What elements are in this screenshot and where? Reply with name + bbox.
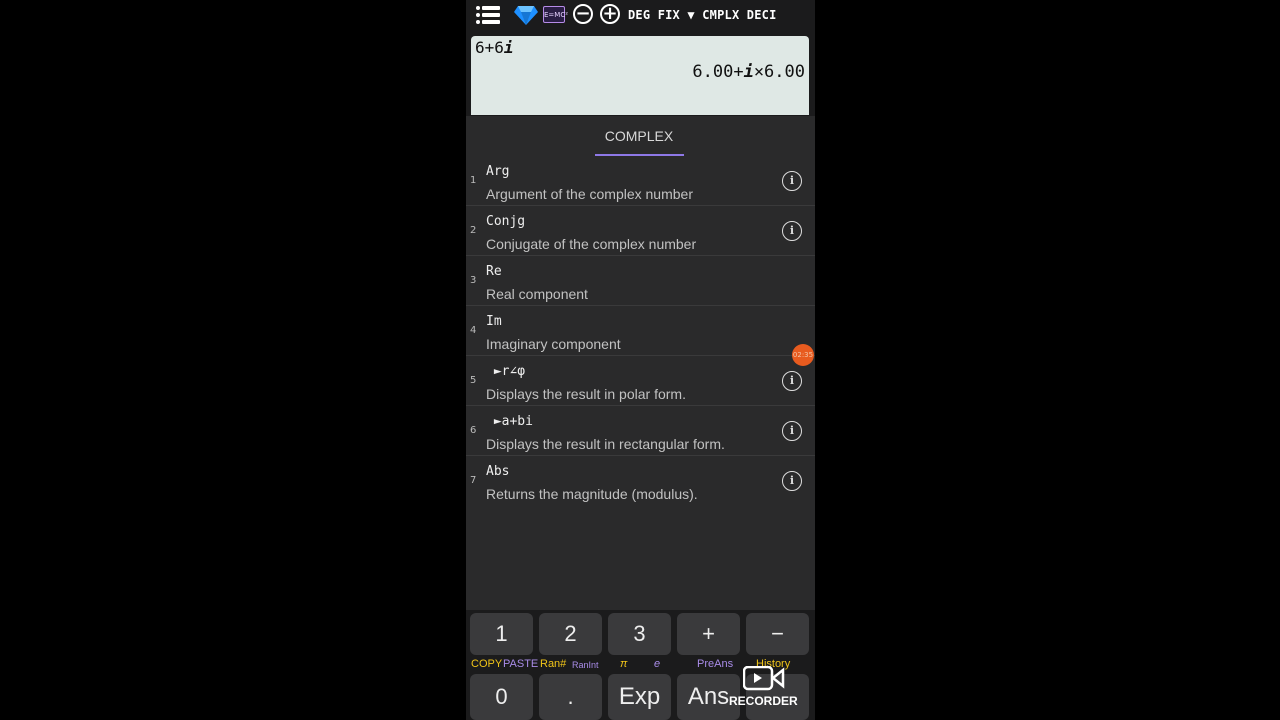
paste-label: PASTE (503, 658, 539, 670)
ranint-label: RanInt (572, 660, 599, 670)
status-toolbar: E=MC² − + DEG FIX ▼ CMPLX DECI (466, 0, 815, 32)
info-icon[interactable]: i (782, 471, 802, 491)
item-description: Returns the magnitude (modulus). (486, 486, 698, 502)
key-2[interactable]: 2 (539, 613, 602, 655)
item-name: ►r∠φ (486, 364, 526, 379)
key-0[interactable]: 0 (470, 674, 533, 720)
list-item[interactable]: 7 Abs Returns the magnitude (modulus). i (466, 456, 815, 506)
calculator-display[interactable]: 6+6i 6.00+i×6.00 (471, 36, 809, 115)
key-plus[interactable]: + (677, 613, 740, 655)
mode-status[interactable]: DEG FIX ▼ CMPLX DECI (628, 8, 777, 22)
item-description: Displays the result in rectangular form. (486, 436, 725, 452)
item-name: Re (486, 264, 502, 279)
pi-label: π (620, 658, 628, 670)
info-icon[interactable]: i (782, 171, 802, 191)
item-description: Imaginary component (486, 336, 621, 352)
ran-label: Ran# (540, 658, 567, 670)
item-name: Abs (486, 464, 510, 479)
function-panel: COMPLEX 1 Arg Argument of the complex nu… (466, 116, 815, 610)
e-label: e (654, 658, 661, 670)
list-item[interactable]: 1 Arg Argument of the complex number i (466, 156, 815, 206)
item-name: ►a+bi (486, 414, 533, 429)
zoom-out-icon[interactable]: − (573, 4, 593, 24)
result: 6.00+i×6.00 (692, 62, 805, 82)
info-icon[interactable]: i (782, 421, 802, 441)
tab-complex[interactable]: COMPLEX (594, 128, 684, 144)
item-description: Argument of the complex number (486, 186, 693, 202)
keypad: 1 2 3 + − COPY PASTE Ran# RanInt π e Pre… (466, 610, 815, 720)
item-number: 7 (470, 475, 477, 486)
info-icon[interactable]: i (782, 371, 802, 391)
key-1[interactable]: 1 (470, 613, 533, 655)
recorder-icon (743, 666, 785, 691)
list-item[interactable]: 2 Conjg Conjugate of the complex number … (466, 206, 815, 256)
list-item[interactable]: 5 ►r∠φ Displays the result in polar form… (466, 356, 815, 406)
item-number: 6 (470, 425, 477, 436)
calculator-app: E=MC² − + DEG FIX ▼ CMPLX DECI 6+6i 6.00… (466, 0, 815, 720)
recorder-label: RECORDER (729, 694, 798, 708)
list-item[interactable]: 3 Re Real component (466, 256, 815, 306)
key-3[interactable]: 3 (608, 613, 671, 655)
item-description: Displays the result in polar form. (486, 386, 686, 402)
item-description: Real component (486, 286, 588, 302)
key-minus[interactable]: − (746, 613, 809, 655)
item-number: 2 (470, 225, 477, 236)
list-item[interactable]: 6 ►a+bi Displays the result in rectangul… (466, 406, 815, 456)
screen-recorder-timer[interactable]: 02:35 (792, 344, 814, 366)
expression: 6+6i (475, 38, 514, 57)
item-number: 3 (470, 275, 477, 286)
item-name: Im (486, 314, 502, 329)
menu-icon[interactable] (476, 5, 500, 25)
list-item[interactable]: 4 Im Imaginary component (466, 306, 815, 356)
item-number: 5 (470, 375, 477, 386)
copy-label: COPY (471, 658, 503, 670)
item-name: Arg (486, 164, 510, 179)
item-number: 4 (470, 325, 477, 336)
recorder-watermark: RECORDER (721, 662, 813, 714)
emc-icon[interactable]: E=MC² (543, 6, 568, 23)
item-number: 1 (470, 175, 477, 186)
key-exp[interactable]: Exp (608, 674, 671, 720)
item-name: Conjg (486, 214, 526, 229)
zoom-in-icon[interactable]: + (600, 4, 620, 24)
info-icon[interactable]: i (782, 221, 802, 241)
key-decimal[interactable]: . (539, 674, 602, 720)
diamond-icon[interactable] (514, 5, 538, 25)
function-list: 1 Arg Argument of the complex number i 2… (466, 156, 815, 506)
item-description: Conjugate of the complex number (486, 236, 697, 252)
